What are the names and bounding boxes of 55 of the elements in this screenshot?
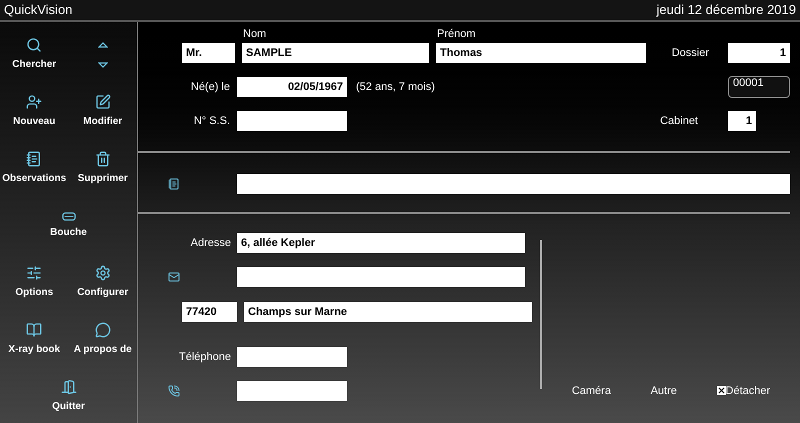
sidebar-button[interactable]: Quitter — [34, 379, 102, 414]
input-field[interactable]: 77420 — [182, 302, 237, 322]
book-icon — [26, 322, 42, 338]
sidebar-button[interactable]: Supprimer — [68, 151, 137, 186]
phone-icon — [168, 385, 180, 397]
input-field[interactable]: SAMPLE — [242, 43, 429, 63]
field-label: Né(e) le — [190, 80, 230, 95]
field-label: Nom — [243, 27, 268, 42]
input-field[interactable]: 1 — [728, 43, 790, 63]
camera-button[interactable]: Caméra — [572, 382, 611, 399]
notebook-icon — [168, 178, 180, 190]
sidebar-button[interactable]: Configurer — [68, 265, 137, 300]
sidebar-button[interactable]: Modifier — [68, 94, 137, 129]
notebook-icon — [26, 151, 42, 167]
field-label: (52 ans, 7 mois) — [356, 80, 435, 95]
field-label: N° S.S. — [194, 114, 230, 129]
input-field[interactable]: Mr. — [182, 43, 235, 63]
settings-icon — [94, 265, 111, 281]
input-field[interactable]: Champs sur Marne — [244, 302, 532, 322]
sidebar-button[interactable]: A propos de — [68, 322, 137, 357]
trash-icon — [94, 151, 111, 167]
field-label: Prénom — [437, 27, 476, 42]
exit-door-icon — [60, 379, 76, 395]
input-field[interactable]: Thomas — [436, 43, 646, 63]
sidebar-button[interactable]: Bouche — [34, 212, 102, 240]
sidebar-button[interactable]: Nouveau — [0, 94, 68, 129]
field-label: Cabinet — [660, 114, 698, 129]
detach-checkbox[interactable] — [716, 386, 726, 396]
field-label: Téléphone — [179, 350, 231, 365]
search-icon — [26, 37, 42, 53]
input-field[interactable] — [237, 111, 347, 131]
mail-icon — [168, 271, 180, 283]
date-text: jeudi 12 décembre 2019 — [656, 1, 796, 20]
window-title: QuickVision — [4, 1, 72, 20]
input-field[interactable] — [237, 347, 347, 367]
other-button[interactable]: Autre — [650, 382, 677, 399]
sidebar-button[interactable]: Chercher — [0, 37, 68, 72]
field-label: Dossier — [672, 46, 709, 61]
add-user-icon — [26, 94, 42, 110]
sidebar-button[interactable]: Observations — [0, 151, 68, 186]
code-field[interactable]: 00001 — [728, 76, 790, 98]
checkbox-label: Détacher — [726, 384, 770, 398]
input-field[interactable] — [237, 174, 790, 194]
edit-icon — [94, 94, 111, 110]
input-field[interactable]: 6, allée Kepler — [237, 233, 525, 253]
input-field[interactable]: 1 — [728, 111, 756, 131]
sliders-icon — [26, 265, 42, 281]
input-field[interactable]: 02/05/1967 — [237, 77, 347, 97]
scroll-up-icon[interactable] — [98, 42, 108, 48]
input-field[interactable] — [237, 381, 347, 401]
scroll-down-icon[interactable] — [98, 62, 108, 68]
sidebar-button[interactable]: X-ray book — [0, 322, 68, 357]
sidebar-button[interactable]: Options — [0, 265, 68, 300]
input-field[interactable] — [237, 267, 525, 287]
field-label: Adresse — [190, 236, 231, 251]
